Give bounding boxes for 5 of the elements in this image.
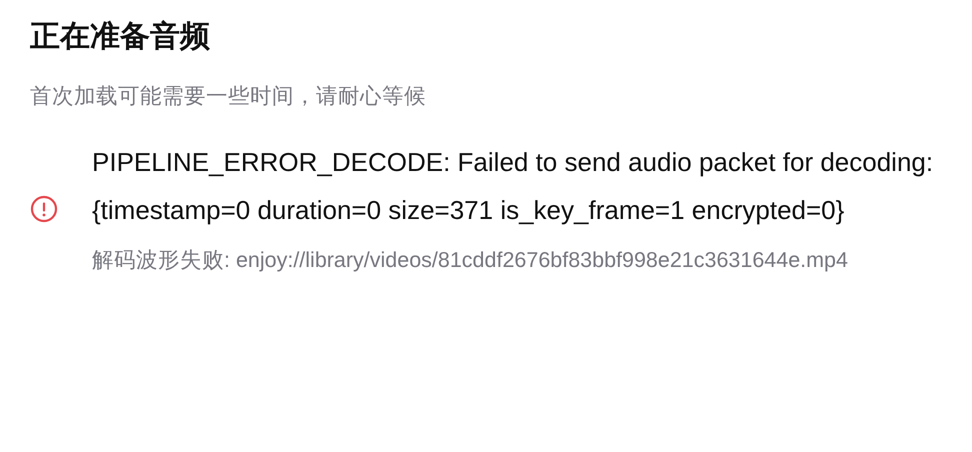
panel-subtitle: 首次加载可能需要一些时间，请耐心等候 (30, 83, 427, 110)
panel-title: 正在准备音频 (30, 19, 211, 55)
error-icon (30, 195, 58, 223)
error-detail: 解码波形失败: enjoy://library/videos/81cddf2676bf83bbf998e21c3631644e.mp4 (92, 247, 849, 274)
error-message: PIPELINE_ERROR_DECODE: Failed to send audio packet for decoding: {timestamp=0 duration=0 size=371 is_key_frame=1 encrypted=0} (92, 146, 934, 227)
